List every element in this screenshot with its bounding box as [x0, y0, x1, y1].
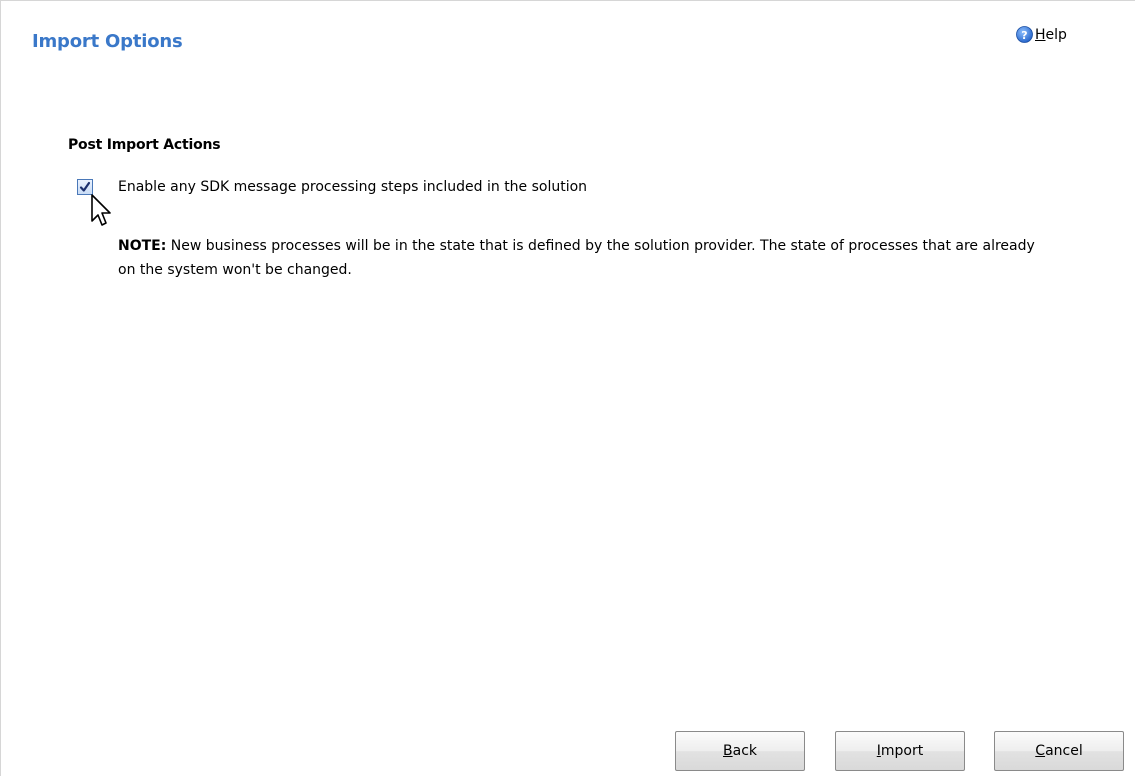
back-button[interactable]: Back — [675, 731, 805, 771]
note-text: NOTE: New business processes will be in … — [118, 234, 1038, 282]
import-button-label: Import — [876, 743, 924, 759]
page-title: Import Options — [32, 31, 183, 52]
back-button-label: Back — [723, 743, 757, 759]
cancel-button-label: Cancel — [1035, 743, 1083, 759]
help-link[interactable]: ? Help — [1016, 26, 1067, 43]
cancel-button[interactable]: Cancel — [994, 731, 1124, 771]
svg-text:?: ? — [1021, 29, 1027, 42]
enable-sdk-steps-label[interactable]: Enable any SDK message processing steps … — [118, 179, 587, 195]
note-body: New business processes will be in the st… — [118, 238, 1035, 278]
help-label[interactable]: Help — [1035, 27, 1067, 43]
sdk-steps-option: Enable any SDK message processing steps … — [77, 179, 587, 195]
post-import-actions-heading: Post Import Actions — [68, 137, 221, 153]
checkmark-icon — [79, 181, 91, 192]
help-circle-icon: ? — [1016, 26, 1033, 43]
import-options-dialog: Import Options ? Help Post Import Action… — [0, 0, 1135, 776]
import-button[interactable]: Import — [835, 731, 965, 771]
note-prefix: NOTE: — [118, 238, 167, 254]
mouse-pointer-icon — [91, 194, 111, 226]
